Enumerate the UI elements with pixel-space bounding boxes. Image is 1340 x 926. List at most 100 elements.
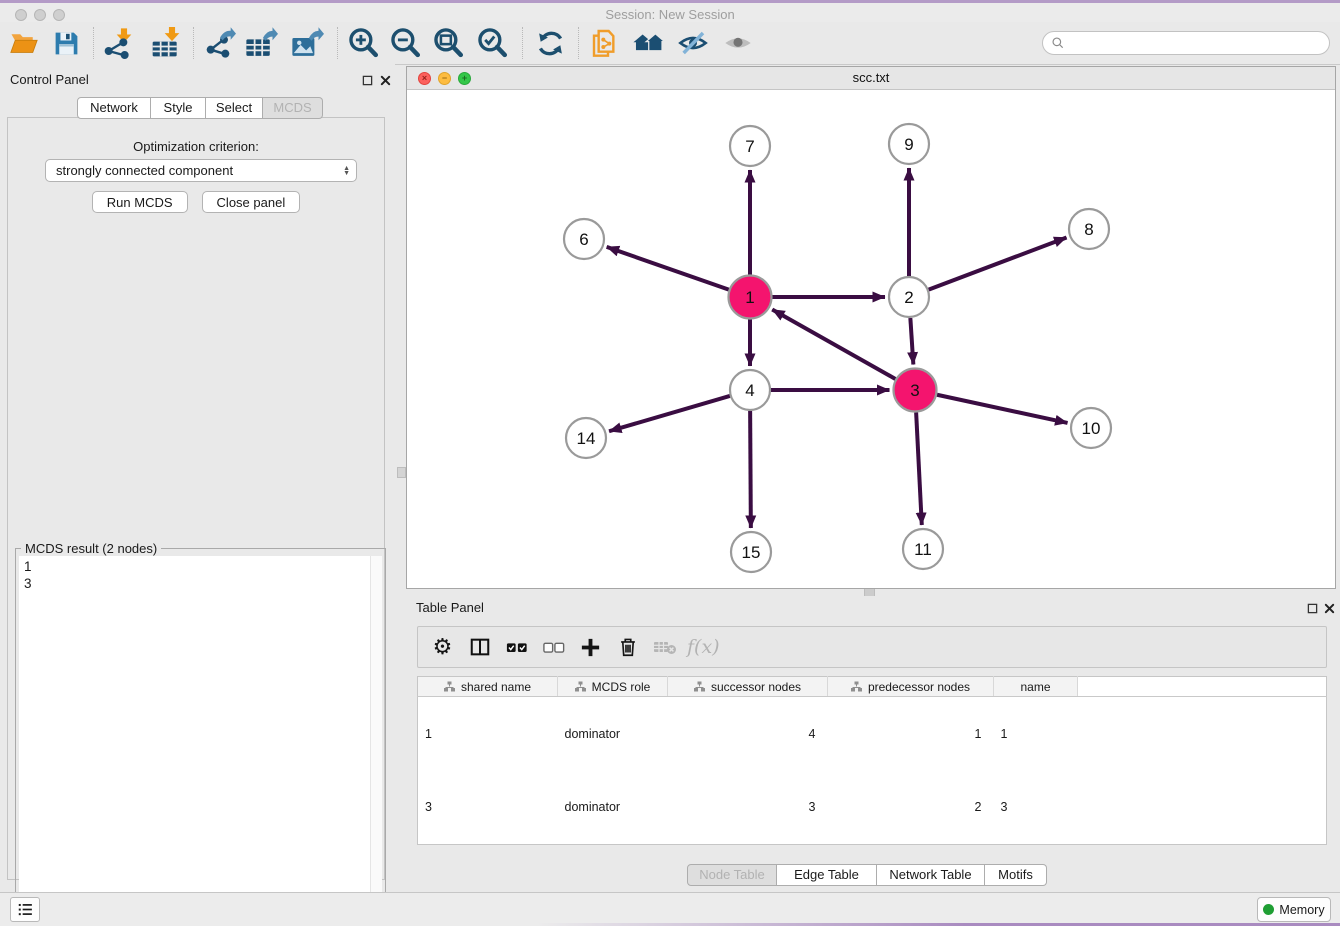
column-header-filler [1078, 677, 1327, 697]
tab-network[interactable]: Network [77, 97, 151, 119]
zoom-fit-icon[interactable] [428, 24, 468, 62]
window-title: Session: New Session [0, 6, 1340, 23]
column-header-MCDS-role[interactable]: MCDS role [558, 677, 668, 697]
column-header-successor-nodes[interactable]: successor nodes [668, 677, 828, 697]
main-toolbar [0, 22, 1340, 65]
graph-edge-3-1[interactable] [772, 310, 895, 379]
tab-node-table[interactable]: Node Table [687, 864, 777, 886]
graph-node-8[interactable]: 8 [1069, 209, 1109, 249]
import-table-icon[interactable] [146, 24, 186, 62]
graph-node-11[interactable]: 11 [903, 529, 943, 569]
apply-function-icon[interactable]: f(x) [683, 629, 720, 665]
mcds-result-title: MCDS result (2 nodes) [21, 541, 161, 556]
tab-mcds[interactable]: MCDS [263, 97, 323, 119]
close-panel-icon[interactable] [378, 73, 392, 87]
memory-button[interactable]: Memory [1257, 897, 1331, 922]
graph-edge-2-8[interactable] [929, 237, 1067, 289]
graph-edge-1-6[interactable] [607, 247, 729, 290]
refresh-view-icon[interactable] [530, 24, 570, 62]
criterion-select[interactable]: strongly connected component ▲▼ [45, 159, 357, 182]
zoom-selected-icon[interactable] [472, 24, 512, 62]
svg-text:1: 1 [745, 288, 754, 307]
graph-node-9[interactable]: 9 [889, 124, 929, 164]
column-header-predecessor-nodes[interactable]: predecessor nodes [828, 677, 994, 697]
graph-node-4[interactable]: 4 [730, 370, 770, 410]
network-title: scc.txt [407, 67, 1335, 89]
search-field[interactable] [1042, 31, 1330, 55]
main-titlebar[interactable]: Session: New Session [0, 3, 1340, 23]
deselect-all-icon[interactable] [535, 629, 572, 665]
float-panel-icon[interactable] [360, 73, 374, 87]
network-canvas[interactable]: 7 9 6 8 1 2 4 3 14 10 15 11 [407, 90, 1335, 588]
cell-mcds_role[interactable]: dominator [558, 697, 668, 771]
table-settings-icon[interactable]: ⚙ [424, 629, 461, 665]
svg-text:14: 14 [577, 429, 596, 448]
toggle-graphics-details-icon[interactable] [673, 24, 713, 62]
float-table-panel-icon[interactable] [1305, 601, 1319, 615]
import-network-icon[interactable] [98, 24, 138, 62]
delete-table-icon[interactable] [646, 629, 683, 665]
control-panel: Control Panel NetworkStyleSelectMCDS Opt… [0, 64, 395, 888]
cell-predecessor_nodes[interactable]: 1 [828, 697, 994, 771]
clone-network-icon[interactable] [584, 24, 624, 62]
graph-node-2[interactable]: 2 [889, 277, 929, 317]
birds-eye-view-icon[interactable] [718, 24, 758, 62]
cell-mcds_role[interactable]: dominator [558, 771, 668, 845]
zoom-out-icon[interactable] [385, 24, 425, 62]
application-window: Session: New Session [0, 0, 1340, 926]
cell-successor_nodes[interactable]: 4 [668, 697, 828, 771]
reset-home-view-icon[interactable] [629, 24, 669, 62]
tab-motifs[interactable]: Motifs [985, 864, 1047, 886]
graph-node-1[interactable]: 1 [729, 276, 772, 319]
toolbar-separator [522, 27, 523, 59]
graph-node-7[interactable]: 7 [730, 126, 770, 166]
tab-style[interactable]: Style [151, 97, 206, 119]
tab-network-table[interactable]: Network Table [877, 864, 985, 886]
svg-text:8: 8 [1084, 220, 1093, 239]
graph-node-10[interactable]: 10 [1071, 408, 1111, 448]
export-network-icon[interactable] [200, 24, 240, 62]
split-panel-icon[interactable] [461, 629, 498, 665]
cell-shared_name[interactable]: 3 [418, 771, 558, 845]
search-input[interactable] [1070, 35, 1329, 52]
network-window-titlebar[interactable]: × − + scc.txt [407, 67, 1335, 90]
task-history-button[interactable] [10, 897, 40, 922]
close-table-panel-icon[interactable] [1322, 601, 1336, 615]
graph-edge-3-10[interactable] [937, 395, 1068, 423]
vertical-splitter-grip[interactable] [397, 467, 406, 478]
graph-edge-2-3[interactable] [910, 318, 913, 365]
table-row[interactable]: 1dominator411 [418, 697, 1327, 771]
cell-successor_nodes[interactable]: 3 [668, 771, 828, 845]
column-header-name[interactable]: name [994, 677, 1078, 697]
export-table-icon[interactable] [241, 24, 281, 62]
open-session-icon[interactable] [4, 24, 44, 62]
graph-node-15[interactable]: 15 [731, 532, 771, 572]
cell-name[interactable]: 3 [994, 771, 1078, 845]
svg-text:2: 2 [904, 288, 913, 307]
zoom-in-icon[interactable] [343, 24, 383, 62]
table-row[interactable]: 3dominator323 [418, 771, 1327, 845]
graph-node-14[interactable]: 14 [566, 418, 606, 458]
optimization-criterion-label: Optimization criterion: [8, 139, 384, 154]
column-header-shared-name[interactable]: shared name [418, 677, 558, 697]
result-scrollbar[interactable] [370, 556, 382, 924]
save-session-icon[interactable] [46, 24, 86, 62]
close-panel-button[interactable]: Close panel [202, 191, 301, 213]
run-mcds-button[interactable]: Run MCDS [92, 191, 188, 213]
graph-node-3[interactable]: 3 [894, 369, 937, 412]
select-all-icon[interactable] [498, 629, 535, 665]
cell-predecessor_nodes[interactable]: 2 [828, 771, 994, 845]
add-column-icon[interactable] [572, 629, 609, 665]
tab-select[interactable]: Select [206, 97, 263, 119]
cell-name[interactable]: 1 [994, 697, 1078, 771]
mcds-result-text[interactable]: 1 3 [19, 556, 382, 924]
graph-node-6[interactable]: 6 [564, 219, 604, 259]
graph-edge-3-11[interactable] [916, 412, 922, 525]
delete-column-icon[interactable] [609, 629, 646, 665]
cell-shared_name[interactable]: 1 [418, 697, 558, 771]
graph-edge-4-14[interactable] [609, 396, 730, 431]
svg-text:10: 10 [1082, 419, 1101, 438]
export-image-icon[interactable] [287, 24, 327, 62]
graph-edge-4-15[interactable] [750, 411, 751, 528]
tab-edge-table[interactable]: Edge Table [777, 864, 877, 886]
